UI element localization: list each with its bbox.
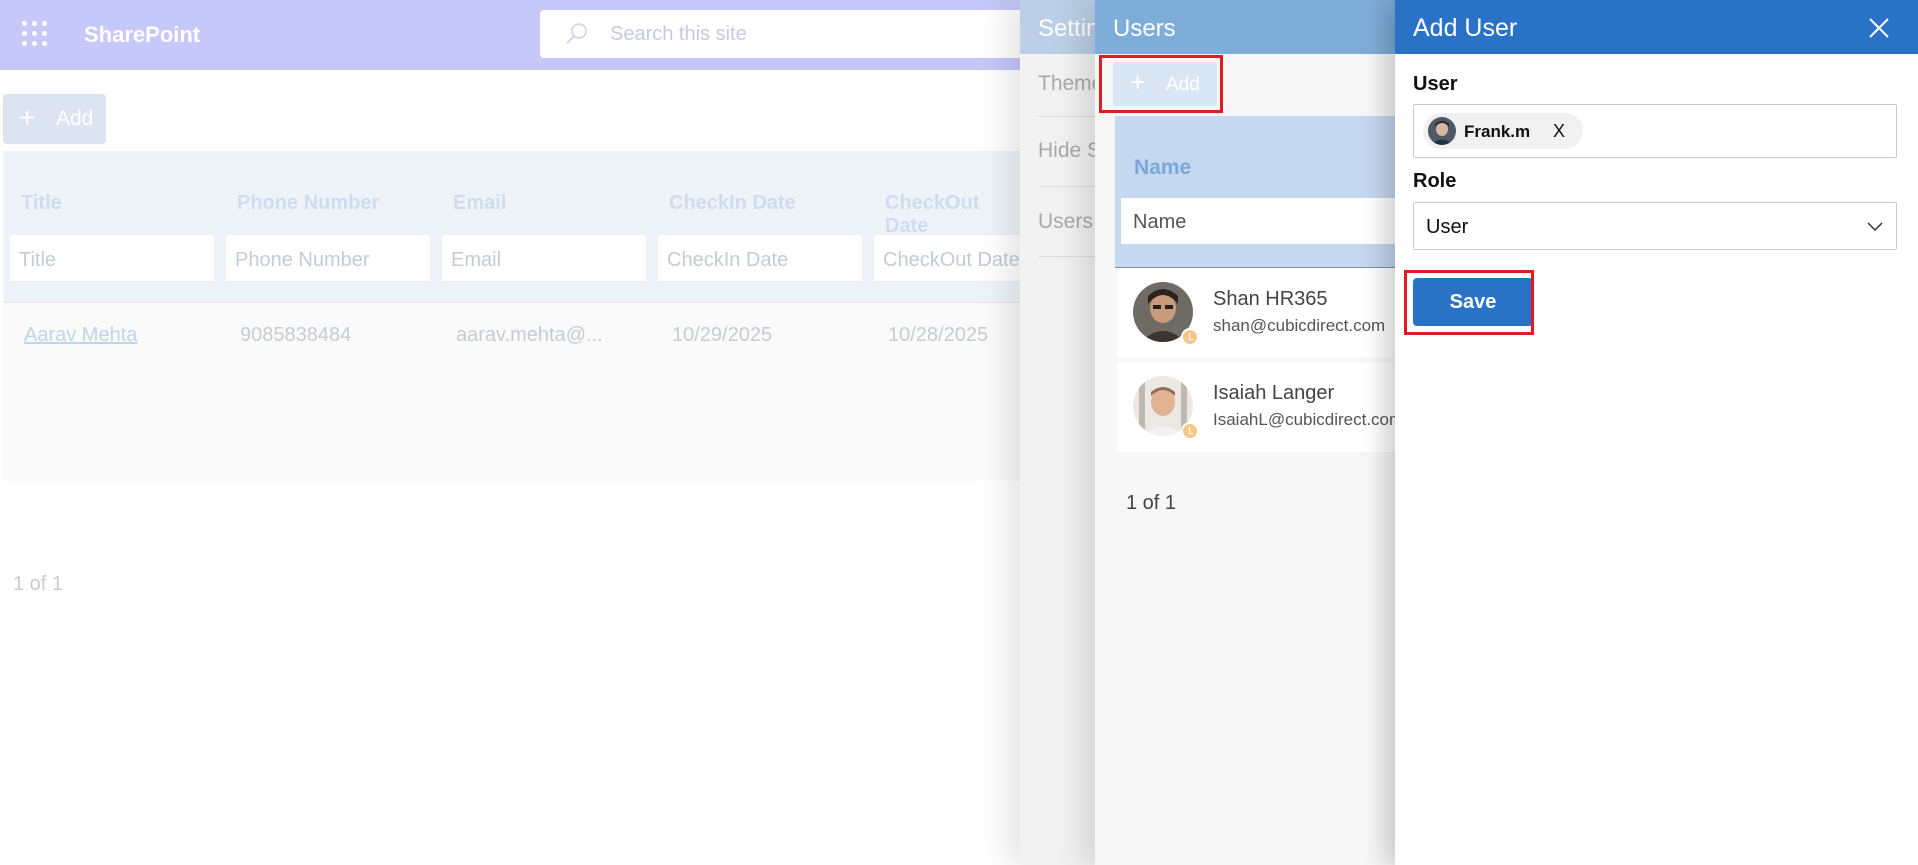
selected-user-chip: Frank.m X — [1423, 113, 1583, 149]
add-user-panel: Add User User Frank.m X Role User Save — [1395, 0, 1918, 865]
filter-phone[interactable]: Phone Number — [225, 234, 431, 282]
add-user-title: Add User — [1413, 14, 1518, 42]
role-selected-value: User — [1426, 216, 1469, 238]
presence-away-icon — [1181, 328, 1199, 346]
row-title-link[interactable]: Aarav Mehta — [24, 324, 137, 347]
column-header-email[interactable]: Email — [453, 192, 506, 215]
filter-name[interactable]: Name — [1121, 198, 1395, 244]
role-dropdown[interactable]: User — [1413, 202, 1897, 250]
user-field-label: User — [1413, 73, 1458, 95]
row-email: aarav.mehta@... — [456, 324, 603, 346]
grid-header: Title Phone Number Email CheckIn Date Ch… — [3, 151, 1023, 303]
chevron-down-icon — [1867, 222, 1883, 232]
highlight-add-button — [1099, 55, 1223, 113]
row-checkin: 10/29/2025 — [672, 324, 773, 346]
column-header-phone[interactable]: Phone Number — [237, 192, 379, 215]
app-launcher-icon[interactable] — [22, 21, 48, 47]
search-box[interactable]: Search this site — [540, 10, 1060, 58]
settings-item-users[interactable]: Users — [1038, 210, 1093, 234]
selected-user-name: Frank.m — [1464, 122, 1531, 141]
user-name: Shan HR365 — [1213, 288, 1328, 310]
role-field-label: Role — [1413, 170, 1457, 192]
settings-item-theme[interactable]: Theme — [1038, 72, 1103, 96]
row-phone: 9085838484 — [240, 324, 352, 346]
users-title: Users — [1113, 15, 1176, 42]
presence-away-icon — [1181, 422, 1199, 440]
avatar — [1428, 117, 1456, 145]
filter-checkout[interactable]: CheckOut Date — [873, 234, 1023, 282]
filter-checkin[interactable]: CheckIn Date — [657, 234, 863, 282]
close-icon[interactable] — [1866, 15, 1892, 41]
grid-pagination: 1 of 1 — [13, 573, 64, 595]
column-header-title[interactable]: Title — [21, 192, 62, 215]
user-email: IsaiahL@cubicdirect.com — [1213, 410, 1395, 429]
highlight-save-button — [1404, 270, 1534, 335]
search-placeholder: Search this site — [610, 23, 747, 45]
screen: SharePoint Search this site + Add Title … — [0, 0, 1918, 865]
users-panel: Users + Add Name Name Shan HR365 shan@cu… — [1095, 0, 1395, 865]
user-name: Isaiah Langer — [1213, 382, 1335, 404]
column-header-name[interactable]: Name — [1134, 156, 1191, 180]
row-checkout: 10/28/2025 — [888, 324, 989, 346]
app-name[interactable]: SharePoint — [84, 22, 200, 48]
user-card[interactable]: Shan HR365 shan@cubicdirect.com — [1117, 268, 1395, 358]
list-grid: Title Phone Number Email CheckIn Date Ch… — [3, 151, 1023, 595]
column-header-checkout[interactable]: CheckOut Date — [885, 192, 1023, 238]
users-grid-header: Name Name — [1115, 116, 1395, 268]
users-pagination: 1 of 1 — [1126, 492, 1177, 514]
user-picker-field[interactable]: Frank.m X — [1413, 104, 1897, 158]
user-card[interactable]: Isaiah Langer IsaiahL@cubicdirect.com — [1117, 362, 1395, 452]
user-email: shan@cubicdirect.com — [1213, 316, 1386, 335]
column-header-checkin[interactable]: CheckIn Date — [669, 192, 796, 215]
add-user-header: Add User — [1395, 0, 1918, 54]
filter-email[interactable]: Email — [441, 234, 647, 282]
search-icon — [566, 23, 587, 44]
plus-icon: + — [19, 102, 36, 133]
settings-item-hide[interactable]: Hide S — [1038, 139, 1101, 163]
filter-title[interactable]: Title — [9, 234, 215, 282]
remove-user-button[interactable]: X — [1553, 121, 1565, 142]
add-item-button[interactable]: + Add — [3, 94, 106, 144]
users-header: Users — [1095, 0, 1395, 54]
add-item-label: Add — [56, 107, 94, 130]
